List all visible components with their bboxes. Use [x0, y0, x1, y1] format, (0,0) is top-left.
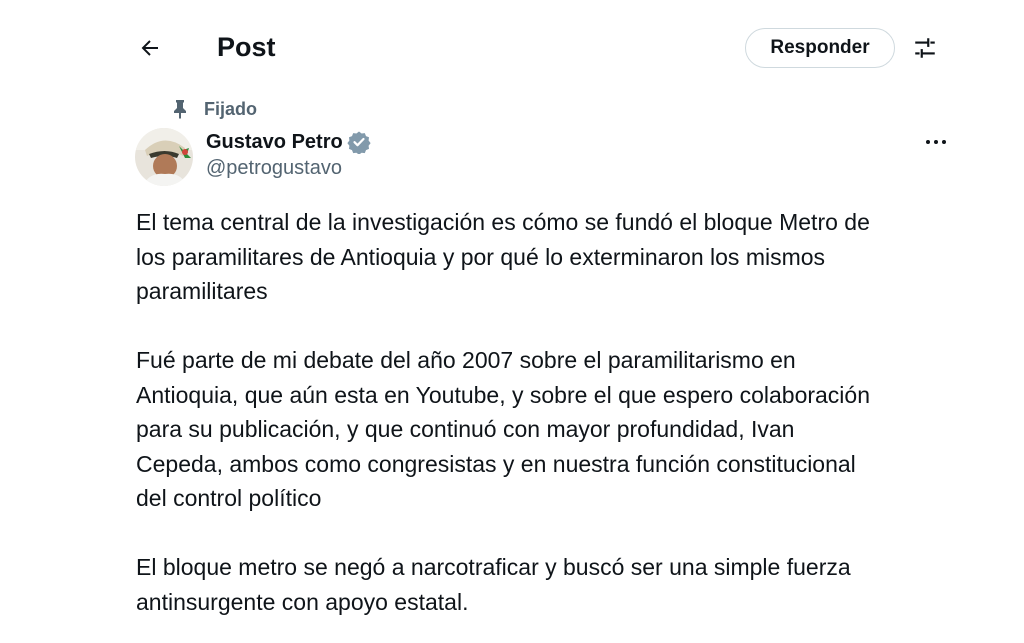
settings-button[interactable] [906, 30, 944, 66]
verified-badge-icon [347, 131, 371, 154]
post-header: Post Responder [0, 0, 1024, 96]
pin-icon [170, 98, 190, 120]
author-handle[interactable]: @petrogustavo [206, 157, 342, 180]
back-arrow-icon [141, 40, 158, 56]
avatar[interactable] [135, 128, 193, 186]
post-paragraph: El bloque metro se negó a narcotraficar … [136, 554, 851, 615]
post-text: El tema central de la investigación es c… [136, 205, 956, 643]
back-button[interactable] [128, 28, 172, 68]
author-name-row: Gustavo Petro [206, 128, 371, 156]
post-page: Post Responder Fijado Gustavo Petro @pet… [0, 0, 1024, 643]
post-paragraph: Fué parte de mi debate del año 2007 sobr… [136, 347, 871, 511]
page-title: Post [217, 32, 276, 62]
more-options-button[interactable] [918, 126, 954, 158]
sliders-icon [915, 38, 935, 58]
pinned-label: Fijado [170, 96, 257, 122]
author-name[interactable]: Gustavo Petro [206, 131, 343, 154]
more-dots-icon [926, 140, 946, 144]
reply-button[interactable]: Responder [745, 28, 895, 68]
pinned-text: Fijado [204, 98, 257, 119]
post-paragraph: El tema central de la investigación es c… [136, 209, 870, 304]
